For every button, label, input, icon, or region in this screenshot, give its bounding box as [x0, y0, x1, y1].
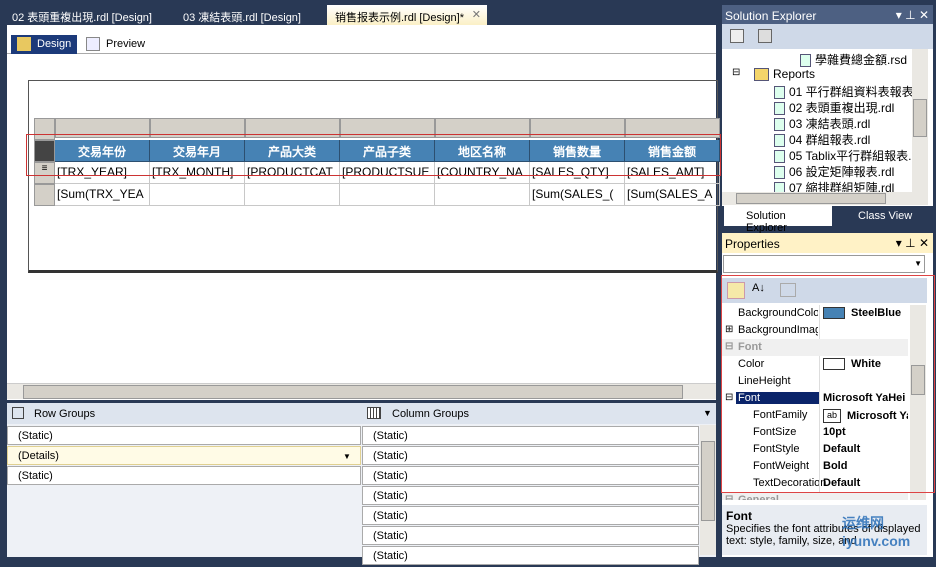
chevron-down-icon[interactable]: ▼ [343, 452, 351, 461]
properties-icon[interactable] [730, 29, 744, 43]
column-group-item[interactable]: (Static) [362, 466, 699, 485]
object-selector[interactable]: ▼ [723, 255, 925, 273]
tab-03[interactable]: 03 凍結表頭.rdl [Design] [175, 5, 309, 25]
tab-sales-report[interactable]: 销售报表示例.rdl [Design]* ✕ [327, 5, 487, 25]
total-cell[interactable]: [Sum(SALES_A [625, 184, 720, 206]
row-groups-icon [12, 407, 24, 419]
design-icon [17, 37, 31, 51]
column-groups-title: Column Groups [392, 408, 470, 420]
total-cell[interactable]: [Sum(TRX_YEA [55, 184, 150, 206]
tab-02[interactable]: 02 表頭重複出現.rdl [Design] [4, 5, 160, 25]
preview-tab[interactable]: Preview [80, 35, 151, 54]
tree-vscroll[interactable] [912, 49, 928, 192]
tree-item-label: 07 縮排群組矩陣.rdl [789, 181, 895, 192]
tab-class-view[interactable]: Class View [836, 206, 912, 226]
tree-item-label: 05 Tablix平行群組報表. [789, 149, 912, 163]
pin-close-icons[interactable]: ▾ ⊥ ✕ [896, 236, 929, 250]
total-cell[interactable]: [Sum(SALES_( [530, 184, 625, 206]
report-file-icon [774, 150, 785, 164]
selection-highlight [721, 275, 935, 493]
report-file-icon [774, 134, 785, 148]
grouping-pane: Row Groups Column Groups ▼ (Static) (Deta… [7, 403, 716, 565]
pin-close-icons[interactable]: ▾ ⊥ ✕ [896, 8, 929, 22]
grouping-header: Row Groups Column Groups ▼ [7, 403, 716, 424]
row-group-item[interactable]: (Static) [7, 466, 361, 485]
title-text: Solution Explorer [725, 9, 817, 23]
tree-item-label: 03 凍結表頭.rdl [789, 117, 871, 131]
report-file-icon [774, 102, 785, 116]
tree-item[interactable]: 02 表頭重複出現.rdl [774, 99, 894, 116]
design-tab[interactable]: Design [11, 35, 78, 54]
tree-hscroll[interactable] [722, 192, 928, 205]
tree-item[interactable]: 04 群組報表.rdl [774, 131, 870, 148]
column-group-item[interactable]: (Static) [362, 506, 699, 525]
groups-scrollbar[interactable] [700, 425, 716, 555]
tree-item-label: Reports [773, 67, 816, 81]
tree-item[interactable]: 學雜費總金額.rsd [800, 51, 907, 68]
selection-highlight [26, 134, 721, 176]
tab-solution-explorer[interactable]: Solution Explorer [724, 206, 832, 234]
collapse-icon[interactable]: ⊟ [732, 67, 740, 78]
solution-explorer: Solution Explorer ▾ ⊥ ✕ 學雜費總金額.rsd Reports… [722, 5, 933, 234]
property-row[interactable]: ⊟ General [722, 492, 908, 500]
row-group-item[interactable]: (Static) [7, 426, 361, 445]
properties-title: Properties ▾ ⊥ ✕ [722, 233, 933, 253]
column-group-item[interactable]: (Static) [362, 486, 699, 505]
show-all-files-icon[interactable] [758, 29, 772, 43]
row-groups-title: Row Groups [34, 408, 96, 420]
report-file-icon [774, 86, 785, 100]
tab-label: Class View [858, 210, 913, 222]
tree-item[interactable]: 03 凍結表頭.rdl [774, 115, 870, 132]
tree-item-label: 02 表頭重複出現.rdl [789, 101, 895, 115]
chevron-down-icon[interactable]: ▼ [703, 408, 712, 418]
row-group-item[interactable]: (Details) [7, 446, 361, 465]
report-body: ≡ 交易年份 [TRX_YEAR] [Sum(TRX_YEA 交易年月 [TRX_MONT… [28, 80, 720, 273]
close-icon[interactable]: ✕ [472, 8, 481, 21]
total-cell[interactable] [340, 184, 435, 206]
collapse-icon[interactable]: ⊟ [725, 494, 733, 500]
report-file-icon [800, 54, 811, 68]
total-cell[interactable] [150, 184, 245, 206]
solution-tree[interactable]: 學雜費總金額.rsd Reports 01 平行群組資料表報表 02 表頭重複出現.r… [722, 49, 912, 192]
report-file-icon [774, 118, 785, 132]
total-cell[interactable] [435, 184, 530, 206]
solution-explorer-title: Solution Explorer ▾ ⊥ ✕ [722, 5, 933, 24]
property-name: General [738, 494, 779, 500]
tab-label: 销售报表示例.rdl [Design]* [335, 12, 464, 24]
column-group-item[interactable]: (Static) [362, 446, 699, 465]
tree-item[interactable]: 01 平行群組資料表報表 [774, 83, 912, 100]
solution-toolbar [722, 24, 933, 49]
total-cell[interactable] [245, 184, 340, 206]
report-designer: Design Preview ≡ 交易年份 [TRX_YEAR] [Sum(TRX_Y… [7, 25, 721, 400]
column-group-item[interactable]: (Static) [362, 426, 699, 445]
watermark-logo: 运维网 iyunv.com [842, 515, 911, 549]
report-file-icon [774, 166, 785, 180]
horizontal-scrollbar[interactable] [7, 383, 716, 399]
tree-item-label: 01 平行群組資料表報表 [789, 85, 912, 99]
tree-item-label: 06 設定矩陣報表.rdl [789, 165, 895, 179]
preview-label: Preview [106, 38, 146, 50]
designer-toolbar: Design Preview [7, 33, 716, 54]
tab-label: Solution Explorer [746, 210, 787, 234]
report-file-icon [774, 182, 785, 192]
tree-item[interactable]: 05 Tablix平行群組報表. [774, 147, 911, 164]
preview-icon [86, 37, 100, 51]
row-handle-total[interactable] [34, 184, 55, 206]
explorer-tabs: Solution Explorer Class View [722, 206, 933, 234]
tree-item[interactable]: 07 縮排群組矩陣.rdl [774, 179, 894, 192]
column-group-item[interactable]: (Static) [362, 546, 699, 565]
column-groups-icon [367, 407, 381, 419]
title-text: Properties [725, 237, 780, 251]
tree-item-label: 04 群組報表.rdl [789, 133, 871, 147]
tree-item-label: 學雜費總金額.rsd [815, 53, 908, 67]
design-label: Design [37, 38, 72, 50]
folder-icon [754, 68, 769, 82]
tree-item[interactable]: 06 設定矩陣報表.rdl [774, 163, 894, 180]
column-group-item[interactable]: (Static) [362, 526, 699, 545]
folder-reports[interactable]: Reports [754, 67, 816, 82]
